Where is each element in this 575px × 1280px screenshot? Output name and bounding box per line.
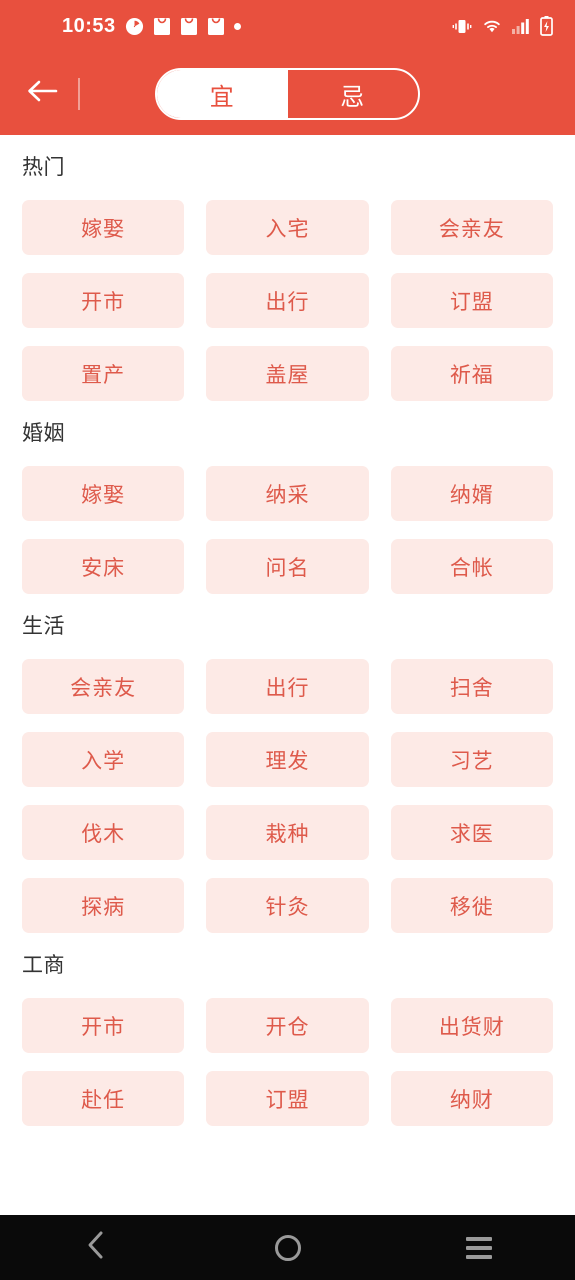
chip-item[interactable]: 赴任 <box>22 1071 185 1126</box>
chip-item[interactable]: 祈福 <box>390 346 553 401</box>
chip-item[interactable]: 理发 <box>206 732 369 787</box>
nav-home-button[interactable] <box>192 1215 384 1280</box>
chip-item[interactable]: 习艺 <box>390 732 553 787</box>
chip-item[interactable]: 纳财 <box>390 1071 553 1126</box>
notification-bag-icon <box>207 17 225 36</box>
app-root: 10:53 宜 忌 热门 嫁娶 入宅 会亲友 开市 出行 订盟 置产 盖屋 祈福… <box>0 0 575 1280</box>
chip-item[interactable]: 探病 <box>22 878 185 933</box>
back-chevron-icon <box>85 1230 107 1265</box>
notification-bag-icon <box>153 17 171 36</box>
chip-item[interactable]: 问名 <box>206 539 369 594</box>
appbar-divider <box>78 77 80 110</box>
chip-item[interactable]: 入学 <box>22 732 185 787</box>
section-life: 生活 会亲友 出行 扫舍 入学 理发 习艺 伐木 栽种 求医 探病 针灸 移徙 <box>22 594 553 933</box>
chip-item[interactable]: 伐木 <box>22 805 185 860</box>
chip-item[interactable]: 纳采 <box>206 466 369 521</box>
chip-item[interactable]: 栽种 <box>206 805 369 860</box>
section-hot: 热门 嫁娶 入宅 会亲友 开市 出行 订盟 置产 盖屋 祈福 <box>22 135 553 401</box>
chip-item[interactable]: 出行 <box>206 659 369 714</box>
yi-ji-toggle[interactable]: 宜 忌 <box>155 68 420 120</box>
chip-item[interactable]: 置产 <box>22 346 185 401</box>
chip-item[interactable]: 扫舍 <box>390 659 553 714</box>
back-button[interactable] <box>14 65 72 123</box>
chip-item[interactable]: 盖屋 <box>206 346 369 401</box>
chip-item[interactable]: 纳婿 <box>390 466 553 521</box>
chip-item[interactable]: 订盟 <box>206 1071 369 1126</box>
chip-item[interactable]: 开仓 <box>206 998 369 1053</box>
nav-back-button[interactable] <box>0 1215 192 1280</box>
vibrate-icon <box>452 18 472 35</box>
chip-item[interactable]: 出行 <box>206 273 369 328</box>
content-scroll-area[interactable]: 热门 嫁娶 入宅 会亲友 开市 出行 订盟 置产 盖屋 祈福 婚姻 嫁娶 纳采 … <box>0 135 575 1215</box>
section-marriage: 婚姻 嫁娶 纳采 纳婿 安床 问名 合帐 <box>22 401 553 594</box>
chip-item[interactable]: 针灸 <box>206 878 369 933</box>
status-bar-left: 10:53 <box>62 16 241 36</box>
chip-item[interactable]: 开市 <box>22 273 185 328</box>
chip-item[interactable]: 会亲友 <box>22 659 185 714</box>
app-bar: 宜 忌 <box>0 52 575 135</box>
back-arrow-icon <box>26 78 60 109</box>
chip-item[interactable]: 入宅 <box>206 200 369 255</box>
signal-bars-icon <box>512 18 530 34</box>
notification-dot-icon <box>233 22 241 30</box>
chip-item[interactable]: 嫁娶 <box>22 466 185 521</box>
wifi-icon <box>482 18 502 34</box>
chip-item[interactable]: 移徙 <box>390 878 553 933</box>
section-title: 生活 <box>22 615 65 638</box>
chip-grid: 嫁娶 入宅 会亲友 开市 出行 订盟 置产 盖屋 祈福 <box>22 200 553 401</box>
chip-grid: 开市 开仓 出货财 赴任 订盟 纳财 <box>22 998 553 1126</box>
status-bar-clock: 10:53 <box>62 15 116 37</box>
chip-item[interactable]: 合帐 <box>390 539 553 594</box>
section-business: 工商 开市 开仓 出货财 赴任 订盟 纳财 <box>22 933 553 1126</box>
nav-recents-button[interactable] <box>383 1215 575 1280</box>
section-title: 工商 <box>22 954 65 977</box>
chip-item[interactable]: 会亲友 <box>390 200 553 255</box>
chip-item[interactable]: 出货财 <box>390 998 553 1053</box>
chip-item[interactable]: 求医 <box>390 805 553 860</box>
android-nav-bar <box>0 1215 575 1280</box>
toggle-option-yi[interactable]: 宜 <box>157 70 288 118</box>
battery-charging-icon <box>540 16 553 36</box>
recents-menu-icon <box>466 1236 493 1259</box>
alarm-clock-icon <box>125 17 144 36</box>
chip-item[interactable]: 安床 <box>22 539 185 594</box>
chip-item[interactable]: 开市 <box>22 998 185 1053</box>
status-bar: 10:53 <box>0 0 575 52</box>
notification-bag-icon <box>180 17 198 36</box>
status-bar-right <box>452 16 553 36</box>
chip-item[interactable]: 订盟 <box>390 273 553 328</box>
home-circle-icon <box>274 1234 301 1261</box>
section-title: 婚姻 <box>22 422 65 445</box>
chip-grid: 会亲友 出行 扫舍 入学 理发 习艺 伐木 栽种 求医 探病 针灸 移徙 <box>22 659 553 933</box>
chip-grid: 嫁娶 纳采 纳婿 安床 问名 合帐 <box>22 466 553 594</box>
toggle-option-ji[interactable]: 忌 <box>288 70 419 118</box>
chip-item[interactable]: 嫁娶 <box>22 200 185 255</box>
section-title: 热门 <box>22 156 65 179</box>
